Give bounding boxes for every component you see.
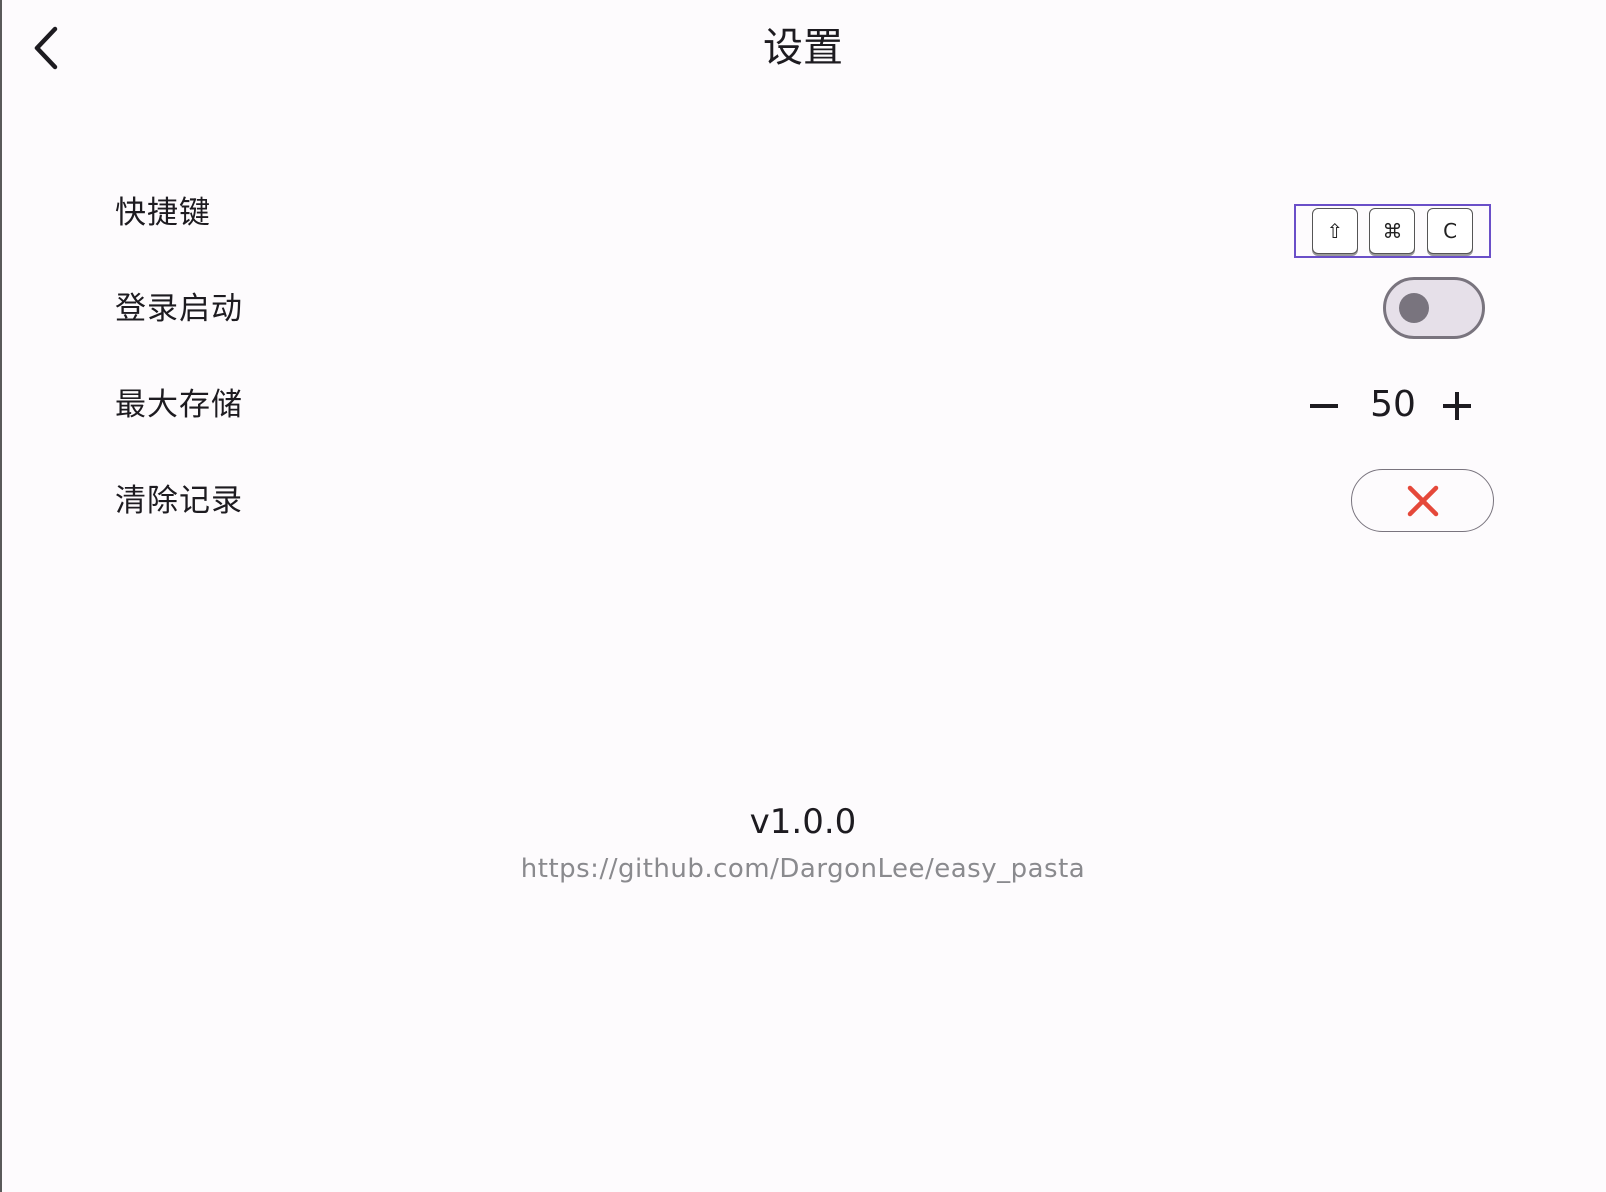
decrement-button[interactable] — [1301, 383, 1347, 429]
page-title: 设置 — [763, 25, 843, 71]
max-storage-label: 最大存储 — [115, 387, 243, 423]
close-icon — [1407, 485, 1438, 516]
version-label: v1.0.0 — [749, 802, 857, 842]
keycap-shift: ⇧ — [1311, 208, 1358, 254]
keycap-c: C — [1427, 208, 1474, 254]
key-c-label: C — [1443, 219, 1458, 243]
clear-history-label: 清除记录 — [115, 483, 243, 519]
keycap-command: ⌘ — [1369, 208, 1416, 254]
shift-icon: ⇧ — [1326, 219, 1344, 243]
max-storage-value: 50 — [1370, 384, 1416, 425]
minus-icon — [1310, 404, 1338, 408]
launch-at-login-label: 登录启动 — [115, 291, 243, 327]
command-icon: ⌘ — [1382, 219, 1403, 243]
plus-icon — [1443, 392, 1471, 420]
shortcut-recorder[interactable]: ⇧ ⌘ C — [1294, 204, 1491, 258]
shortcut-label: 快捷键 — [115, 195, 211, 231]
increment-button[interactable] — [1434, 383, 1480, 429]
launch-at-login-toggle[interactable] — [1383, 277, 1485, 339]
repo-link[interactable]: https://github.com/DargonLee/easy_pasta — [0, 852, 1606, 886]
clear-history-button[interactable] — [1351, 469, 1494, 532]
toggle-knob — [1399, 293, 1429, 323]
window-left-edge — [0, 0, 2, 1192]
